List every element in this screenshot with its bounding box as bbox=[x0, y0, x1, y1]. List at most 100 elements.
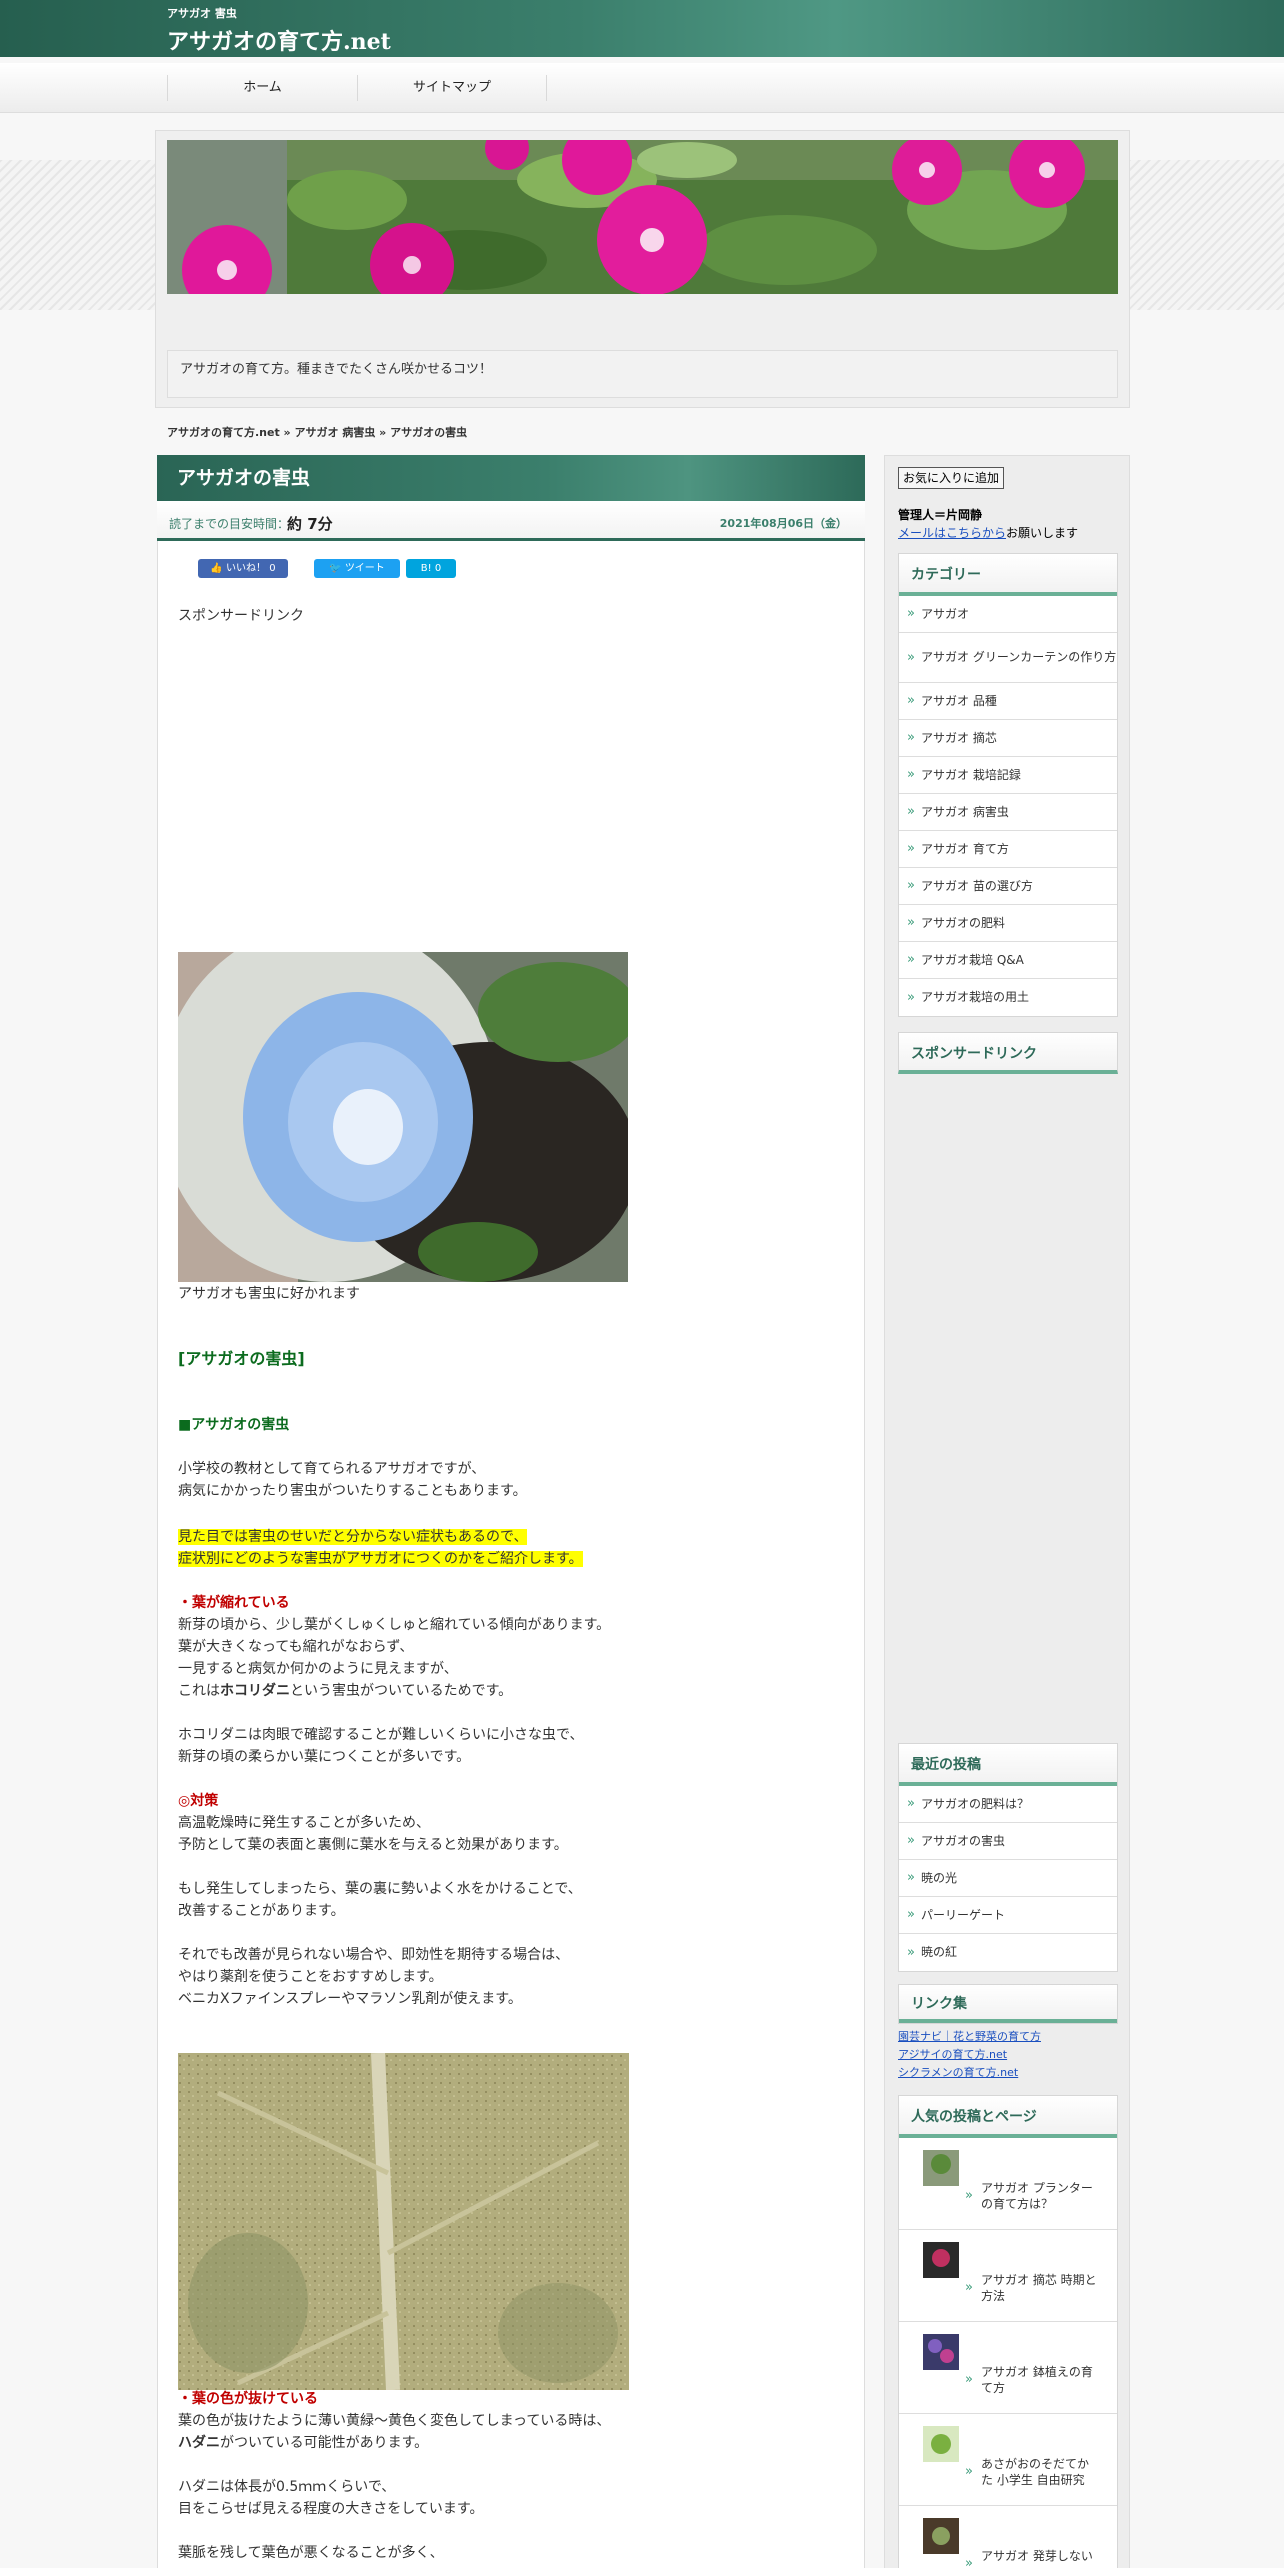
text-line: ベニカXファインスプレーやマラソン乳剤が使えます。 bbox=[178, 1991, 522, 2007]
recent-post-item[interactable]: » 暁の光 bbox=[899, 1860, 1117, 1897]
nav-sitemap[interactable]: サイトマップ bbox=[357, 75, 547, 101]
hero-caption: アサガオの育て方。種まきでたくさん咲かせるコツ！ bbox=[167, 350, 1118, 398]
category-label: アサガオ 摘芯 bbox=[921, 730, 997, 745]
site-header: アサガオ 害虫 アサガオの育て方.net bbox=[0, 0, 1284, 57]
hatena-bookmark-button[interactable]: B! 0 bbox=[406, 559, 456, 578]
category-item[interactable]: » アサガオ 栽培記録 bbox=[899, 757, 1117, 794]
text-line: ハダニは体長が0.5ｍｍくらいで、 bbox=[178, 2479, 396, 2495]
text-line: 葉の色が抜けたように薄い黄緑～黄色く変色してしまっている時は、 bbox=[178, 2413, 611, 2429]
breadcrumb[interactable]: アサガオの育て方.net » アサガオ 病害虫 » アサガオの害虫 bbox=[167, 424, 467, 440]
chevron-right-icon: » bbox=[907, 804, 915, 819]
read-time-label: 読了までの目安時間： bbox=[169, 517, 290, 531]
recent-post-label: アサガオの害虫 bbox=[921, 1833, 1006, 1848]
facebook-like-button[interactable]: 👍 いいね！ 0 bbox=[198, 559, 288, 578]
category-label: アサガオ 苗の選び方 bbox=[921, 878, 1033, 893]
text-line: 葉脈を残して葉色が悪くなることが多く、 bbox=[178, 2545, 444, 2561]
popular-post-item[interactable]: » アサガオ プランターの育て方は？ bbox=[899, 2138, 1117, 2230]
category-label: アサガオ 品種 bbox=[921, 693, 997, 708]
sidebar-sponsored-widget: スポンサードリンク bbox=[898, 1032, 1118, 1074]
category-label: アサガオ栽培の用土 bbox=[921, 990, 1030, 1004]
popular-posts-widget: 人気の投稿とページ » アサガオ プランターの育て方は？ » アサガオ 摘芯 時… bbox=[898, 2095, 1118, 2568]
chevron-right-icon: » bbox=[965, 2556, 973, 2568]
links-list: 園芸ナビ｜花と野菜の育て方 アジサイの育て方.net シクラメンの育て方.net bbox=[898, 2028, 1041, 2082]
post-thumbnail bbox=[923, 2150, 959, 2186]
recent-post-item[interactable]: » パーリーゲート bbox=[899, 1897, 1117, 1934]
chevron-right-icon: » bbox=[907, 730, 915, 745]
text-line: これはホコリダニという害虫がついているためです。 bbox=[178, 1680, 838, 1702]
post-thumbnail bbox=[923, 2426, 959, 2462]
popular-post-item[interactable]: » アサガオ 鉢植えの育て方 bbox=[899, 2322, 1117, 2414]
intro-paragraph: 小学校の教材として育てられるアサガオですが、 病気にかかったり害虫がついたりする… bbox=[178, 1458, 838, 1502]
chevron-right-icon: » bbox=[907, 841, 915, 856]
text-line: 高温乾燥時に発生することが多いため、 bbox=[178, 1815, 430, 1831]
read-time-value: 約 7分 bbox=[287, 515, 333, 533]
chevron-right-icon: » bbox=[965, 2280, 973, 2295]
global-nav: ホーム サイトマップ bbox=[0, 63, 1284, 113]
recent-post-item[interactable]: » アサガオの肥料は？ bbox=[899, 1786, 1117, 1823]
recent-posts-widget: 最近の投稿 » アサガオの肥料は？ » アサガオの害虫 » 暁の光 » パーリーゲート … bbox=[898, 1743, 1118, 1972]
category-label: アサガオの肥料 bbox=[921, 915, 1006, 930]
chevron-right-icon: » bbox=[965, 2464, 973, 2479]
links-title: リンク集 bbox=[899, 1985, 1117, 2023]
text-line: 新芽の頃から、少し葉がくしゅくしゅと縮れている傾向があります。 bbox=[178, 1617, 611, 1633]
recent-post-item[interactable]: » 暁の紅 bbox=[899, 1934, 1117, 1971]
category-item[interactable]: » アサガオ栽培の用土 bbox=[899, 979, 1117, 1016]
mail-link[interactable]: メールはこちらから bbox=[898, 526, 1006, 540]
popular-posts-title: 人気の投稿とページ bbox=[899, 2096, 1117, 2138]
external-link[interactable]: シクラメンの育て方.net bbox=[898, 2064, 1041, 2082]
category-item[interactable]: » アサガオ 苗の選び方 bbox=[899, 868, 1117, 905]
tweet-label: ツイート bbox=[344, 563, 385, 574]
popular-post-label: アサガオ プランターの育て方は？ bbox=[981, 2181, 1093, 2211]
pest-name: ホコリダニ bbox=[220, 1683, 290, 1699]
tweet-button[interactable]: 🐦 ツイート bbox=[314, 559, 400, 578]
category-widget: カテゴリー » アサガオ » アサガオ グリーンカーテンの作り方 » アサガオ 品種 … bbox=[898, 553, 1118, 1017]
nav-home[interactable]: ホーム bbox=[167, 75, 357, 101]
site-title-link[interactable]: アサガオの育て方.net bbox=[167, 24, 391, 56]
section-subheading: ■アサガオの害虫 bbox=[178, 1417, 290, 1433]
popular-post-label: アサガオ 摘芯 時期と方法 bbox=[981, 2273, 1097, 2303]
post-thumbnail bbox=[923, 2242, 959, 2278]
countermeasure-title: ◎対策 bbox=[178, 1793, 219, 1809]
text-line: 新芽の頃の柔らかい葉につくことが多いです。 bbox=[178, 1749, 471, 1765]
mail-line: メールはこちらからお願いします bbox=[898, 524, 1078, 541]
category-label: アサガオ栽培 Q&A bbox=[921, 952, 1024, 967]
blue-morning-glory-photo bbox=[178, 952, 628, 1282]
category-item[interactable]: » アサガオ 育て方 bbox=[899, 831, 1117, 868]
popular-post-item[interactable]: » アサガオ 発芽しない bbox=[899, 2506, 1117, 2568]
popular-post-item[interactable]: » あさがおのそだてかた 小学生 自由研究 bbox=[899, 2414, 1117, 2506]
sponsored-label: スポンサードリンク bbox=[178, 608, 304, 624]
article-meta-bar: 読了までの目安時間： 約 7分 2021年08月06日（金） bbox=[157, 501, 865, 541]
popular-post-item[interactable]: » アサガオ 摘芯 時期と方法 bbox=[899, 2230, 1117, 2322]
recent-post-item[interactable]: » アサガオの害虫 bbox=[899, 1823, 1117, 1860]
text-line: 葉が大きくなっても縮れがなおらず、 bbox=[178, 1639, 414, 1655]
text-fragment: という害虫がついているためです。 bbox=[290, 1683, 513, 1699]
chevron-right-icon: » bbox=[907, 767, 915, 782]
chevron-right-icon: » bbox=[907, 1833, 915, 1848]
mail-suffix: お願いします bbox=[1006, 526, 1079, 540]
links-widget: リンク集 bbox=[898, 1984, 1118, 2024]
category-item[interactable]: » アサガオ 摘芯 bbox=[899, 720, 1117, 757]
category-item[interactable]: » アサガオ 病害虫 bbox=[899, 794, 1117, 831]
intro-line: 病気にかかったり害虫がついたりすることもあります。 bbox=[178, 1483, 527, 1499]
external-link[interactable]: アジサイの育て方.net bbox=[898, 2046, 1041, 2064]
category-item[interactable]: » アサガオ栽培 Q&A bbox=[899, 942, 1117, 979]
add-favorite-button[interactable]: お気に入りに追加 bbox=[898, 467, 1005, 489]
chevron-right-icon: » bbox=[907, 1870, 915, 1885]
text-line: ホコリダニは肉眼で確認することが難しいくらいに小さな虫で、 bbox=[178, 1727, 584, 1743]
highlighted-note: 見た目では害虫のせいだと分からない症状もあるので、 症状別にどのような害虫がアサ… bbox=[178, 1526, 838, 1570]
external-link[interactable]: 園芸ナビ｜花と野菜の育て方 bbox=[898, 2028, 1041, 2046]
category-label: アサガオ 育て方 bbox=[921, 841, 1009, 856]
chevron-right-icon: » bbox=[965, 2372, 973, 2387]
text-line: 改善することがあります。 bbox=[178, 1903, 345, 1919]
hero-morning-glory-image bbox=[167, 140, 1118, 294]
category-item[interactable]: » アサガオの肥料 bbox=[899, 905, 1117, 942]
highlight-line: 見た目では害虫のせいだと分からない症状もあるので、 bbox=[178, 1529, 528, 1545]
post-thumbnail bbox=[923, 2334, 959, 2370]
text-line: 目をこらせば見える程度の大きさをしています。 bbox=[178, 2501, 484, 2517]
category-item[interactable]: » アサガオ グリーンカーテンの作り方 bbox=[899, 633, 1117, 683]
category-item[interactable]: » アサガオ 品種 bbox=[899, 683, 1117, 720]
recent-post-label: アサガオの肥料は？ bbox=[921, 1796, 1030, 1811]
category-label: アサガオ 病害虫 bbox=[921, 804, 1009, 819]
admin-name: 管理人＝片岡静 bbox=[898, 508, 983, 522]
category-item[interactable]: » アサガオ bbox=[899, 596, 1117, 633]
